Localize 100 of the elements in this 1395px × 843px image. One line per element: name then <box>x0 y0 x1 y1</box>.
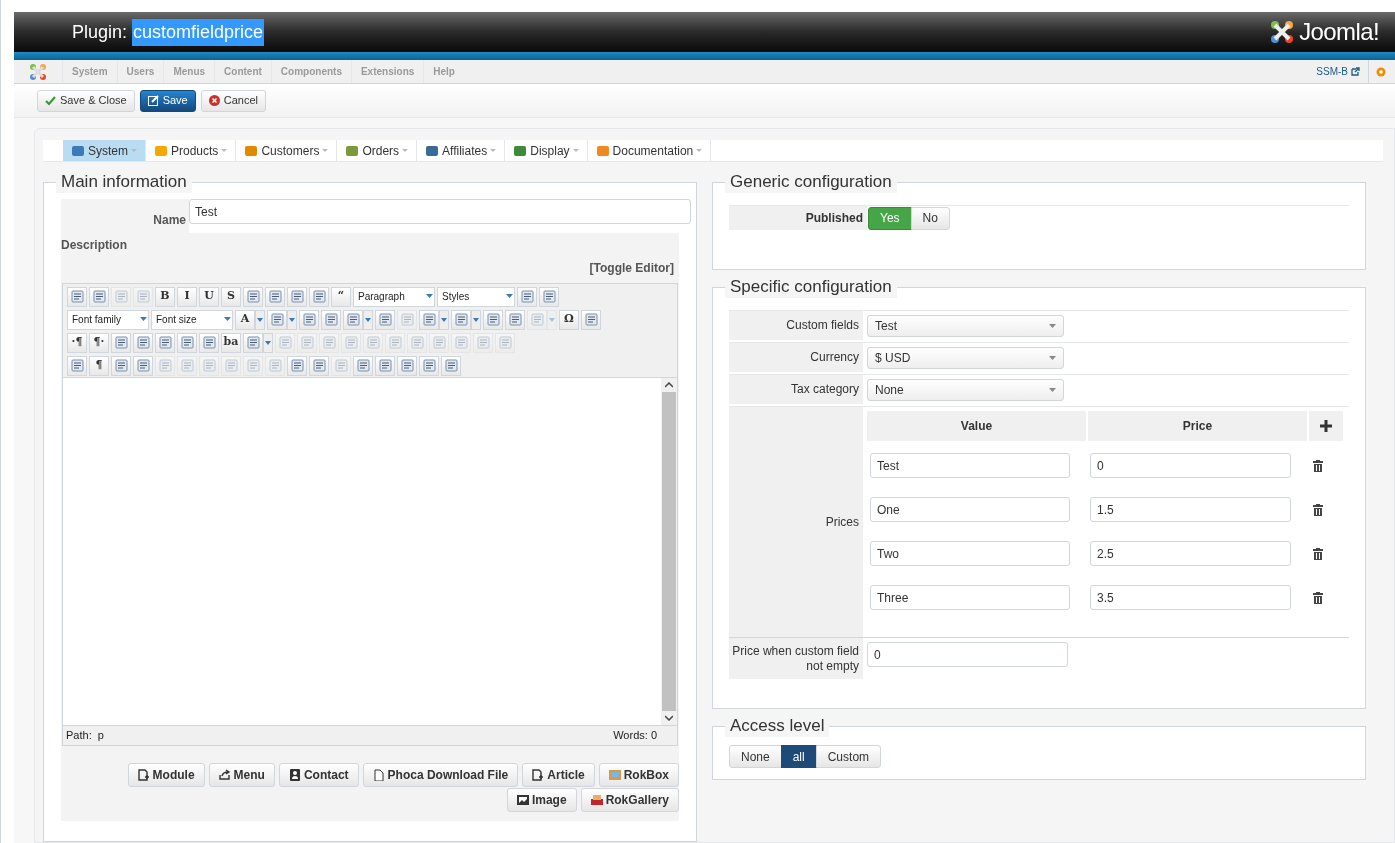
editor-tool-button[interactable] <box>419 355 439 376</box>
editor-extension-button[interactable]: Image <box>506 788 577 812</box>
delete-button[interactable] <box>1311 546 1325 561</box>
editor-tool-button[interactable] <box>353 355 373 376</box>
value-field[interactable]: Test <box>870 453 1070 478</box>
editor-select[interactable]: Font family <box>67 309 149 330</box>
user-link[interactable]: SSM-B <box>1308 64 1368 79</box>
tab[interactable]: Affiliates <box>417 140 506 161</box>
editor-tool-button[interactable] <box>133 355 153 376</box>
editor-tool-button[interactable] <box>539 286 559 307</box>
tab[interactable]: Display <box>505 140 588 161</box>
editor-tool-button[interactable] <box>133 332 153 353</box>
name-field[interactable]: Test <box>189 199 691 224</box>
tab[interactable]: Products <box>146 140 237 161</box>
dropdown-button[interactable] <box>439 309 449 330</box>
dropdown-field[interactable]: $ USD <box>867 346 1064 369</box>
editor-tool-button[interactable] <box>267 309 287 330</box>
tab[interactable]: Orders <box>337 140 418 161</box>
delete-button[interactable] <box>1311 502 1325 517</box>
dropdown-button[interactable] <box>471 309 481 330</box>
editor-tool-button[interactable] <box>483 309 503 330</box>
editor-extension-button[interactable]: Contact <box>278 763 359 787</box>
editor-tool-button[interactable] <box>67 355 87 376</box>
editor-extension-button[interactable]: RokBox <box>598 763 679 787</box>
editor-tool-button[interactable] <box>309 355 329 376</box>
value-field[interactable]: Two <box>870 541 1070 566</box>
toggle-option[interactable]: None <box>729 745 782 768</box>
save-button[interactable]: Save <box>139 89 196 112</box>
editor-tool-button[interactable] <box>287 355 307 376</box>
toggle-option[interactable]: No <box>910 206 950 230</box>
dropdown-button[interactable] <box>287 309 297 330</box>
editor-tool-button[interactable]: ·¶ <box>67 332 87 353</box>
editor-tool-button[interactable] <box>155 332 175 353</box>
dropdown-button[interactable] <box>263 332 273 353</box>
save-close-button[interactable]: Save & Close <box>37 89 135 112</box>
editor-tool-button[interactable] <box>309 286 329 307</box>
editor-tool-button[interactable] <box>505 309 525 330</box>
toggle-editor-link[interactable]: [Toggle Editor] <box>589 259 674 277</box>
editor-tool-button[interactable] <box>243 286 263 307</box>
caret-icon <box>140 317 147 322</box>
editor-extension-button[interactable]: Menu <box>208 763 275 787</box>
editor-tool-button[interactable] <box>517 286 537 307</box>
editor-tool-button[interactable]: ¶· <box>89 332 109 353</box>
editor-tool-button[interactable]: I <box>177 286 197 307</box>
editor-tool-button[interactable] <box>89 286 109 307</box>
scrollbar[interactable] <box>661 378 677 725</box>
toggle-option[interactable]: Custom <box>815 745 882 768</box>
editor-tool-button[interactable] <box>419 309 439 330</box>
tab[interactable]: System <box>63 140 146 161</box>
editor-tool-button[interactable] <box>111 332 131 353</box>
editor-tool-button[interactable] <box>67 286 87 307</box>
editor-tool-button[interactable] <box>581 309 601 330</box>
editor-tool-button[interactable] <box>451 309 471 330</box>
editor-tool-button[interactable] <box>375 355 395 376</box>
dropdown-field[interactable]: None <box>867 378 1064 401</box>
dropdown-field[interactable]: Test <box>867 314 1064 337</box>
editor-tool-button[interactable] <box>397 355 417 376</box>
editor-tool-button[interactable] <box>177 332 197 353</box>
editor-tool-button[interactable]: Ω <box>559 309 579 330</box>
editor-tool-button[interactable] <box>265 286 285 307</box>
value-field[interactable]: Three <box>870 585 1070 610</box>
tab[interactable]: Documentation <box>587 140 712 161</box>
price-field[interactable]: 0 <box>1090 453 1291 478</box>
editor-tool-button[interactable]: U <box>199 286 219 307</box>
price-field[interactable]: 0 <box>867 642 1068 667</box>
editor-tool-button[interactable]: S <box>221 286 241 307</box>
editor-tool-button[interactable]: ¶ <box>89 355 109 376</box>
delete-button[interactable] <box>1311 458 1325 473</box>
dropdown-button[interactable] <box>363 309 373 330</box>
editor-tool-button[interactable] <box>375 309 395 330</box>
editor-tool-button[interactable] <box>111 355 131 376</box>
editor-tool-button[interactable] <box>441 355 461 376</box>
price-field[interactable]: 1.5 <box>1090 497 1291 522</box>
delete-button[interactable] <box>1311 590 1325 605</box>
value-field[interactable]: One <box>870 497 1070 522</box>
toggle-option[interactable]: all <box>780 745 817 768</box>
editor-tool-button[interactable] <box>287 286 307 307</box>
editor-extension-button[interactable]: Phoca Download File <box>362 763 519 787</box>
add-button[interactable] <box>1309 411 1343 441</box>
editor-tool-button[interactable] <box>343 309 363 330</box>
price-field[interactable]: 3.5 <box>1090 585 1291 610</box>
tab[interactable]: Customers <box>236 140 338 161</box>
editor-tool-button[interactable]: ba <box>221 332 241 353</box>
editor-select[interactable]: Styles <box>437 286 515 307</box>
editor-select[interactable]: Paragraph <box>353 286 435 307</box>
editor-tool-button[interactable] <box>199 332 219 353</box>
text-area[interactable] <box>63 377 677 725</box>
cancel-button[interactable]: Cancel <box>200 89 266 112</box>
editor-tool-button[interactable]: B <box>155 286 175 307</box>
editor-tool-button[interactable]: A <box>235 309 255 330</box>
editor-extension-button[interactable]: Module <box>127 763 205 787</box>
editor-tool-button[interactable]: “ <box>331 286 351 307</box>
editor-tool-button[interactable] <box>243 332 263 353</box>
editor-select[interactable]: Font size <box>151 309 233 330</box>
dropdown-button[interactable] <box>255 309 265 330</box>
editor-extension-button[interactable]: RokGallery <box>580 788 679 812</box>
editor-tool-button[interactable] <box>299 309 319 330</box>
editor-tool-button[interactable] <box>321 309 341 330</box>
editor-extension-button[interactable]: Article <box>522 763 595 787</box>
price-field[interactable]: 2.5 <box>1090 541 1291 566</box>
